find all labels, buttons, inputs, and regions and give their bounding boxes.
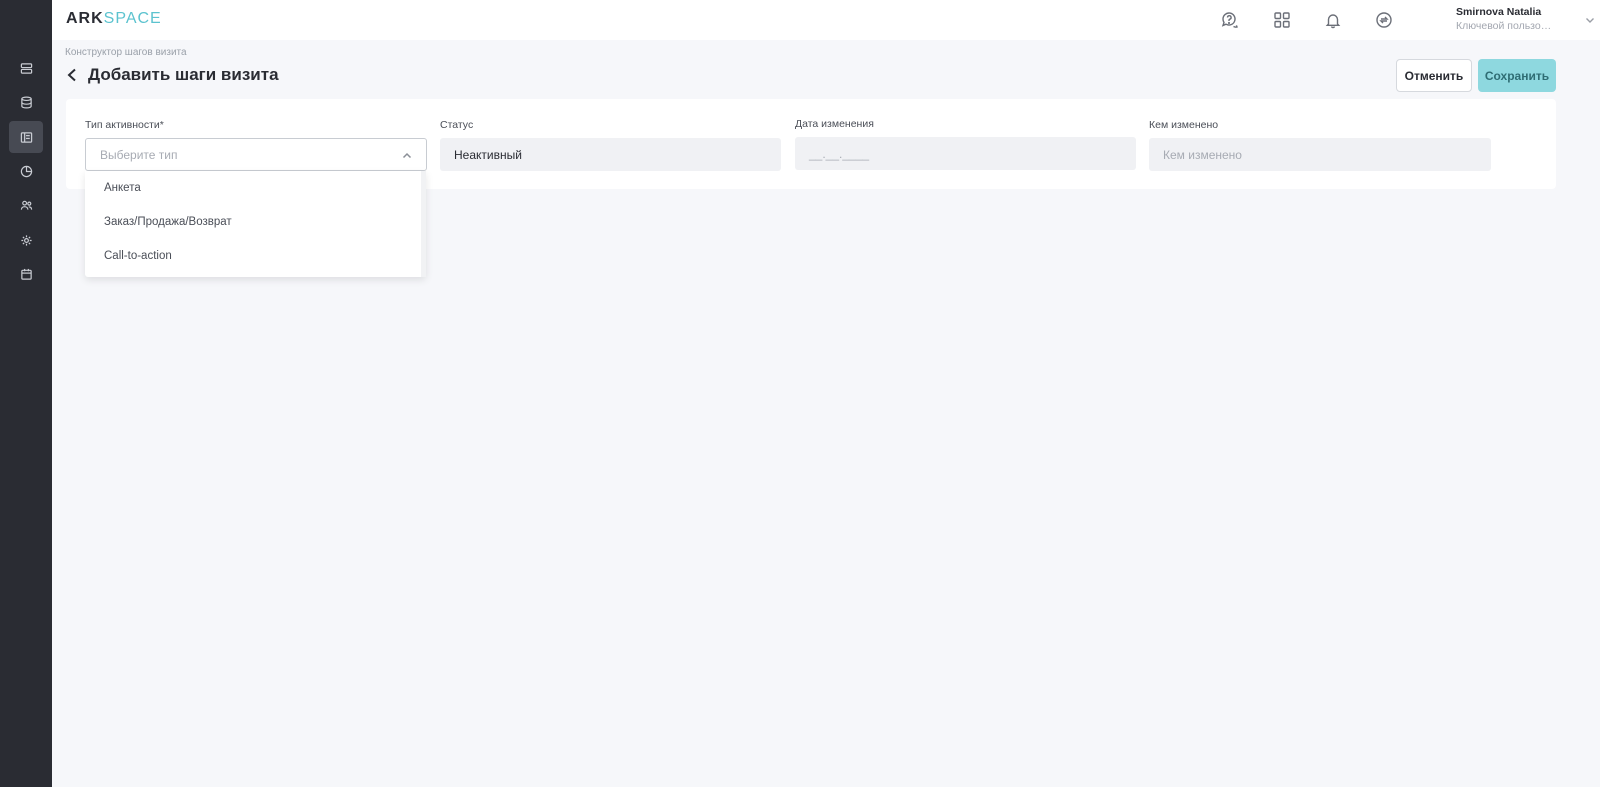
sidebar (0, 0, 52, 787)
changed-by-placeholder: Кем изменено (1163, 147, 1242, 162)
pie-chart-icon (20, 165, 32, 177)
gear-icon (20, 234, 32, 246)
save-button[interactable]: Сохранить (1478, 59, 1556, 92)
sidebar-item-database[interactable] (9, 86, 43, 118)
dropdown-option-call-to-action[interactable]: Call-to-action (85, 239, 421, 273)
sidebar-item-settings[interactable] (9, 224, 43, 256)
breadcrumb[interactable]: Конструктор шагов визита (65, 47, 187, 58)
help-chat-icon (1221, 12, 1238, 28)
activity-type-label: Тип активности* (85, 119, 164, 131)
dropdown-option-questionnaire[interactable]: Анкета (85, 171, 421, 205)
user-menu[interactable]: Smirnova Natalia Ключевой пользов... (1456, 6, 1596, 34)
changed-by-label: Кем изменено (1149, 119, 1219, 131)
apps-grid-button[interactable] (1270, 8, 1294, 32)
sidebar-item-reports[interactable] (9, 155, 43, 187)
calendar-icon (20, 268, 32, 280)
users-icon (20, 200, 32, 210)
sync-icon (1376, 12, 1392, 28)
cancel-button[interactable]: Отменить (1396, 59, 1472, 92)
apps-grid-icon (1274, 12, 1290, 28)
activity-type-placeholder: Выберите тип (100, 147, 178, 162)
sidebar-item-users[interactable] (9, 189, 43, 221)
dropdown-scrollbar[interactable] (421, 171, 426, 277)
app-logo[interactable]: ARKSPACE (66, 10, 162, 28)
dropdown-option-order-sale-return[interactable]: Заказ/Продажа/Возврат (85, 205, 421, 239)
user-role: Ключевой пользов... (1456, 20, 1554, 32)
changed-date-field: __.__.____ (795, 137, 1136, 170)
page-title: Добавить шаги визита (88, 65, 279, 84)
sync-button[interactable] (1372, 8, 1396, 32)
status-field: Неактивный (440, 138, 781, 171)
bell-icon (1325, 14, 1341, 29)
activity-type-dropdown: Анкета Заказ/Продажа/Возврат Call-to-act… (85, 171, 426, 277)
server-icon (20, 62, 32, 74)
logo-text-ark: ARK (66, 10, 104, 27)
chevron-up-icon (402, 150, 412, 160)
chevron-down-icon (1584, 13, 1596, 25)
logo-text-space: SPACE (103, 10, 162, 27)
activity-type-select[interactable]: Выберите тип (85, 138, 427, 171)
changed-by-field: Кем изменено (1149, 138, 1491, 171)
changed-date-value: __.__.____ (809, 146, 870, 161)
changed-date-label: Дата изменения (795, 118, 874, 130)
layout-icon (20, 131, 32, 143)
top-bar: ARKSPACE Smirnova Natalia Ключевой польз… (52, 0, 1600, 40)
status-value: Неактивный (454, 147, 522, 162)
sidebar-item-calendar[interactable] (9, 258, 43, 290)
back-arrow-icon[interactable] (66, 67, 80, 83)
sidebar-item-layout[interactable] (9, 121, 43, 153)
database-icon (20, 96, 32, 108)
help-chat-button[interactable] (1218, 8, 1242, 32)
notifications-button[interactable] (1321, 8, 1345, 32)
sidebar-item-servers[interactable] (9, 52, 43, 84)
user-name: Smirnova Natalia (1456, 6, 1542, 18)
status-label: Статус (440, 119, 474, 131)
